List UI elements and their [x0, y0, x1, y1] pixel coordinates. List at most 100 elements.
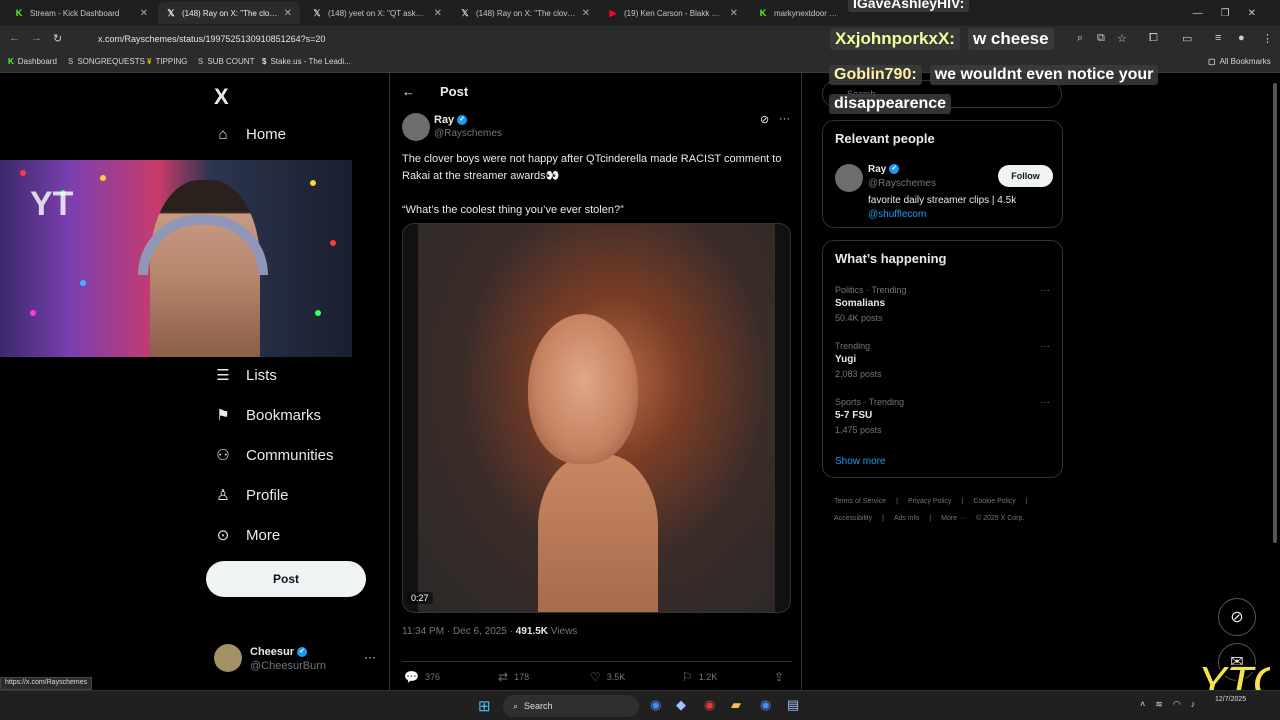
footer-link[interactable]: Cookie Policy: [973, 498, 1015, 505]
reply-button[interactable]: 💬 376: [404, 670, 440, 684]
profile-avatar-icon[interactable]: ●: [1238, 32, 1245, 44]
all-bookmarks[interactable]: ▢ All Bookmarks: [1208, 57, 1271, 66]
back-arrow-icon[interactable]: ←: [402, 84, 415, 99]
nav-item-communities[interactable]: ⚇ Communities: [214, 446, 333, 465]
wifi-icon[interactable]: ◠: [1173, 699, 1181, 710]
post-timestamp[interactable]: 11:34 PM · Dec 6, 2025 ·: [402, 626, 516, 637]
avatar[interactable]: [835, 164, 863, 192]
bookmark-count: 1.2K: [698, 672, 718, 682]
steam-icon[interactable]: ◆: [676, 697, 686, 713]
star-icon[interactable]: ☆: [1117, 32, 1127, 45]
media-icon[interactable]: ≡: [1215, 32, 1221, 44]
tab-yeet-post[interactable]: 𝕏 (148) yeet on X: "QT asks Your ✕: [304, 2, 450, 24]
close-icon[interactable]: ✕: [582, 8, 590, 19]
tab-ray-post[interactable]: 𝕏 (148) Ray on X: "The clover boy ✕: [158, 2, 300, 24]
app-icon[interactable]: ◉: [704, 697, 715, 713]
nav-item-profile[interactable]: ♙ Profile: [214, 486, 288, 505]
like-button[interactable]: ♡ 3.5K: [590, 670, 625, 684]
bookmark-button[interactable]: ⚐ 1.2K: [682, 670, 717, 684]
x-logo-icon[interactable]: X: [214, 84, 229, 110]
trend-item[interactable]: Trending Yugi 2,083 posts ···: [835, 341, 1050, 379]
tab-youtube[interactable]: ▶ (19) Ken Carson - Blakk Rokkstar ✕: [600, 2, 746, 24]
close-icon[interactable]: ✕: [284, 8, 292, 19]
more-options-icon[interactable]: ···: [1040, 397, 1050, 408]
chrome-icon[interactable]: ◉: [760, 697, 771, 713]
tab-kick-dashboard[interactable]: K Stream - Kick Dashboard ✕: [6, 2, 156, 24]
footer-link[interactable]: Terms of Service: [834, 498, 886, 505]
bookmark-label: SONGREQUESTS: [77, 57, 145, 66]
nav-item-more[interactable]: ⊙ More: [214, 526, 280, 545]
bio-link[interactable]: @shufflecom: [868, 209, 926, 220]
author-avatar[interactable]: [402, 113, 430, 141]
account-name: Cheesur: [250, 646, 295, 658]
volume-icon[interactable]: ♪: [1191, 699, 1196, 710]
scroll-thumb[interactable]: [1273, 83, 1277, 543]
share-button[interactable]: ⇪: [774, 670, 784, 684]
bookmark-icon: ⚐: [682, 670, 693, 684]
close-icon[interactable]: ✕: [730, 8, 738, 19]
reload-icon[interactable]: ↻: [53, 32, 62, 45]
notepad-icon[interactable]: ▤: [787, 697, 799, 713]
relevant-name-row[interactable]: Ray ✓: [868, 164, 900, 175]
chat-text: disappearence: [829, 94, 952, 114]
trend-item[interactable]: Sports · Trending 5-7 FSU 1,475 posts ··…: [835, 397, 1050, 435]
forward-icon[interactable]: →: [31, 32, 42, 44]
footer-separator: |: [896, 498, 898, 505]
bookmark-stake[interactable]: $ Stake.us - The Leadi...: [262, 57, 351, 66]
back-icon[interactable]: ←: [9, 32, 20, 44]
folder-icon[interactable]: ▰: [731, 697, 741, 713]
video-player[interactable]: 0:27: [402, 223, 791, 613]
address-bar[interactable]: x.com/Rayschemes/status/1997525130910851…: [78, 30, 818, 49]
more-options-icon[interactable]: ···: [1040, 341, 1050, 352]
relevant-bio: favorite daily streamer clips | 4.5k @sh…: [868, 194, 1048, 222]
chrome-icon[interactable]: ◉: [650, 697, 661, 713]
page-scrollbar[interactable]: [1270, 73, 1280, 690]
show-more-link[interactable]: Show more: [835, 456, 886, 467]
tab-kick-stream[interactable]: K markynextdoor Stream - Watch: [750, 2, 846, 24]
bookmark-subcount[interactable]: S SUB COUNT: [198, 57, 254, 66]
tab-ray-post-2[interactable]: 𝕏 (148) Ray on X: "The clover boy ✕: [452, 2, 598, 24]
nav-item-bookmarks[interactable]: ⚑ Bookmarks: [214, 406, 321, 425]
bookmark-tipping[interactable]: ¥ TIPPING: [147, 57, 187, 66]
kick-icon: K: [759, 8, 767, 18]
relevant-handle[interactable]: @Rayschemes: [868, 178, 936, 189]
more-options-icon[interactable]: ···: [364, 650, 376, 664]
chevron-up-icon[interactable]: ˄: [1140, 699, 1145, 710]
menu-icon[interactable]: ⋮: [1262, 32, 1273, 45]
screenshot-icon[interactable]: ⧉: [1097, 32, 1105, 45]
close-window-icon[interactable]: ✕: [1248, 8, 1256, 19]
repost-button[interactable]: ⇄ 178: [498, 670, 529, 684]
home-icon: ⌂: [218, 126, 228, 143]
post-button[interactable]: Post: [206, 561, 366, 597]
maximize-icon[interactable]: ❐: [1221, 8, 1230, 19]
system-tray: ˄ ≋ ◠ ♪: [1140, 699, 1195, 710]
trend-item[interactable]: Politics · Trending Somalians 50.4K post…: [835, 285, 1050, 323]
minimize-icon[interactable]: —: [1193, 8, 1203, 19]
nav-item-home[interactable]: ⌂ Home: [214, 126, 286, 143]
more-icon: ⊙: [216, 527, 230, 544]
bookmark-dashboard[interactable]: K Dashboard: [8, 57, 57, 66]
taskbar-clock[interactable]: 12/7/2025: [1215, 694, 1246, 705]
more-options-icon[interactable]: ···: [1040, 285, 1050, 296]
bookmark-songrequests[interactable]: S SONGREQUESTS: [68, 57, 145, 66]
more-options-icon[interactable]: ···: [779, 113, 790, 125]
windows-start-icon[interactable]: ⊞: [478, 697, 491, 715]
footer-link[interactable]: Privacy Policy: [908, 498, 952, 505]
close-icon[interactable]: ✕: [140, 8, 148, 19]
taskbar-search[interactable]: ⌕ Search: [503, 695, 639, 717]
extensions-icon[interactable]: ⧠: [1149, 32, 1158, 45]
zoom-icon[interactable]: ⌕: [1077, 32, 1083, 45]
author-handle[interactable]: @Rayschemes: [434, 128, 502, 139]
account-switcher[interactable]: Cheesur ✓ @CheesurBurn ···: [214, 644, 384, 676]
grok-icon[interactable]: ⊘: [1218, 598, 1256, 636]
footer-link[interactable]: Accessibility: [834, 515, 872, 522]
nav-item-lists[interactable]: ☰ Lists: [214, 366, 277, 385]
footer-link[interactable]: More ···: [941, 515, 966, 522]
grok-icon[interactable]: ⊘: [760, 113, 769, 126]
follow-button[interactable]: Follow: [998, 165, 1053, 187]
sidepanel-icon[interactable]: ▭: [1182, 32, 1192, 45]
close-icon[interactable]: ✕: [434, 8, 442, 19]
footer-link[interactable]: Ads info: [894, 515, 919, 522]
author-name-row[interactable]: Ray ✓: [434, 114, 468, 126]
network-icon[interactable]: ≋: [1155, 699, 1163, 710]
